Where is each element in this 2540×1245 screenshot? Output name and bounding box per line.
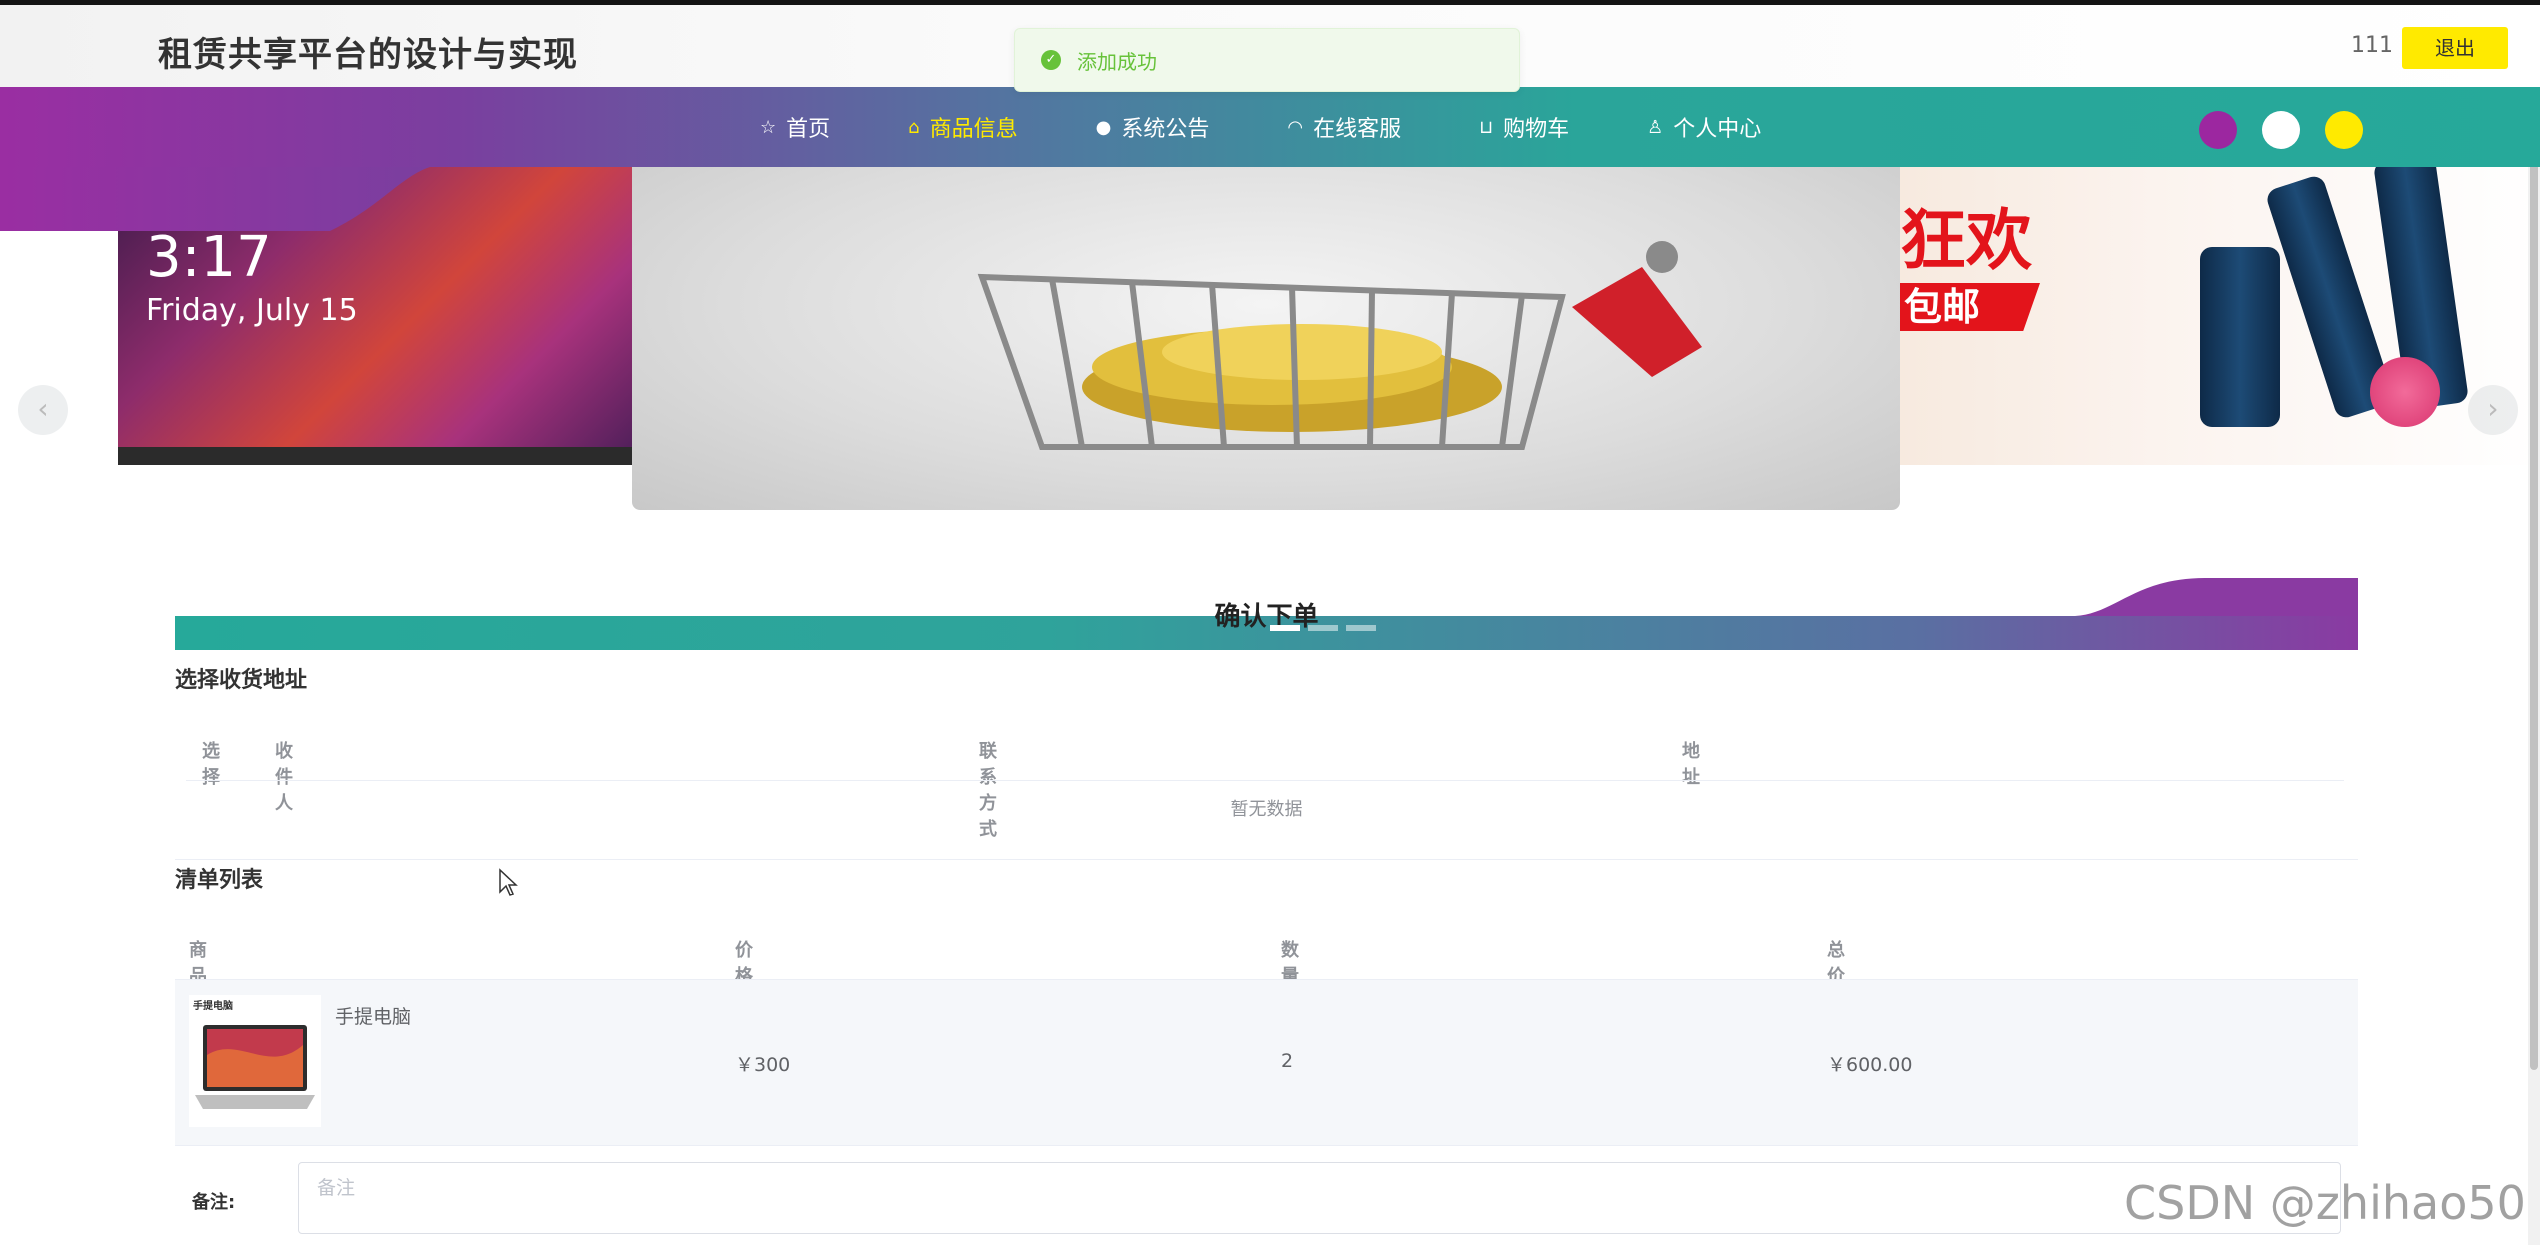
- table-row: 手提电脑 手提电脑 ￥300 2 ￥600.00: [175, 980, 2358, 1145]
- carousel-indicator[interactable]: [1346, 625, 1376, 631]
- logout-button[interactable]: 退出: [2402, 27, 2508, 69]
- shopping-cart-illustration: [977, 273, 1566, 450]
- product-quantity: 2: [1281, 1050, 1294, 1072]
- toast-message: 添加成功: [1077, 49, 1157, 74]
- nav-item-home[interactable]: ☆ 首页: [760, 111, 830, 143]
- carousel-slide-cart[interactable]: [632, 167, 1900, 510]
- mouse-cursor-icon: [499, 868, 518, 896]
- lockscreen-date: Friday, July 15: [146, 293, 358, 328]
- scrollbar-thumb[interactable]: [2530, 150, 2538, 1070]
- nav-items: ☆ 首页 ⌂ 商品信息 ● 系统公告 ◠ 在线客服 ⊔ 购物车 ♙ 个人中心: [760, 87, 1839, 167]
- laptop-icon: [195, 1025, 315, 1109]
- nav-item-label: 在线客服: [1313, 117, 1402, 142]
- bag-icon: ⌂: [908, 116, 920, 138]
- theme-purple-button[interactable]: [2199, 111, 2237, 149]
- address-title: 选择收货地址: [175, 668, 308, 693]
- rose-decoration: [2370, 357, 2440, 427]
- success-toast: ✓ 添加成功: [1014, 28, 1520, 92]
- carousel-next-button[interactable]: ›: [2468, 385, 2518, 435]
- nav-item-label: 商品信息: [929, 117, 1018, 142]
- watermark: CSDN @zhihao501: [2124, 1176, 2540, 1230]
- star-icon: ☆: [760, 116, 777, 138]
- site-title: 租赁共享平台的设计与实现: [158, 35, 578, 75]
- cart-icon: ⊔: [1479, 116, 1494, 138]
- nav-item-label: 个人中心: [1673, 117, 1762, 142]
- user-icon: ♙: [1647, 116, 1664, 138]
- main-nav: ☆ 首页 ⌂ 商品信息 ● 系统公告 ◠ 在线客服 ⊔ 购物车 ♙ 个人中心: [0, 87, 2540, 167]
- remark-label: 备注:: [192, 1192, 236, 1213]
- product-price: ￥300: [735, 1054, 791, 1076]
- carousel-prev-button[interactable]: ‹: [18, 385, 68, 435]
- check-circle-icon: ✓: [1041, 50, 1061, 70]
- carousel-indicator[interactable]: [1270, 625, 1300, 631]
- lockscreen-time: 3:17: [146, 225, 272, 290]
- promo-tag: 包邮: [1900, 283, 2041, 331]
- remark-input[interactable]: [298, 1162, 2341, 1234]
- address-empty-text: 暂无数据: [1230, 799, 1303, 820]
- order-list-title: 清单列表: [175, 868, 264, 893]
- divider: [175, 859, 2358, 860]
- product-thumbnail: 手提电脑: [189, 995, 321, 1127]
- promo-headline: 狂欢: [1900, 202, 2032, 279]
- product-total: ￥600.00: [1827, 1054, 1913, 1076]
- laptop-bezel: [118, 447, 633, 465]
- nav-item-label: 首页: [786, 117, 831, 142]
- cosmetic-jar: [2200, 247, 2280, 427]
- theme-white-button[interactable]: [2262, 111, 2300, 149]
- nav-item-customer-service[interactable]: ◠ 在线客服: [1287, 111, 1401, 143]
- section-title: 确认下单: [1214, 602, 1319, 632]
- nav-item-announcements[interactable]: ● 系统公告: [1096, 111, 1210, 143]
- nav-item-label: 购物车: [1503, 117, 1570, 142]
- product-name: 手提电脑: [335, 1006, 412, 1028]
- carousel-slide-cosmetics[interactable]: 狂欢 包邮: [1900, 167, 2538, 465]
- section-header: 确认下单: [175, 578, 2358, 650]
- nav-item-cart[interactable]: ⊔ 购物车: [1479, 111, 1569, 143]
- divider: [175, 1145, 2358, 1146]
- nav-item-profile[interactable]: ♙ 个人中心: [1647, 111, 1761, 143]
- figurine-illustration: [1572, 241, 1702, 377]
- nav-item-label: 系统公告: [1121, 117, 1210, 142]
- info-icon: ●: [1095, 116, 1112, 138]
- headset-icon: ◠: [1287, 116, 1304, 138]
- user-name: 111: [2351, 33, 2393, 58]
- theme-yellow-button[interactable]: [2325, 111, 2363, 149]
- nav-wave-decoration: [0, 167, 430, 231]
- carousel-indicators: [1270, 625, 1384, 631]
- nav-item-products[interactable]: ⌂ 商品信息: [908, 111, 1017, 143]
- carousel-indicator[interactable]: [1308, 625, 1338, 631]
- page: 租赁共享平台的设计与实现 111 退出 ✓ 添加成功 ☆ 首页 ⌂ 商品信息 ●…: [0, 0, 2540, 1245]
